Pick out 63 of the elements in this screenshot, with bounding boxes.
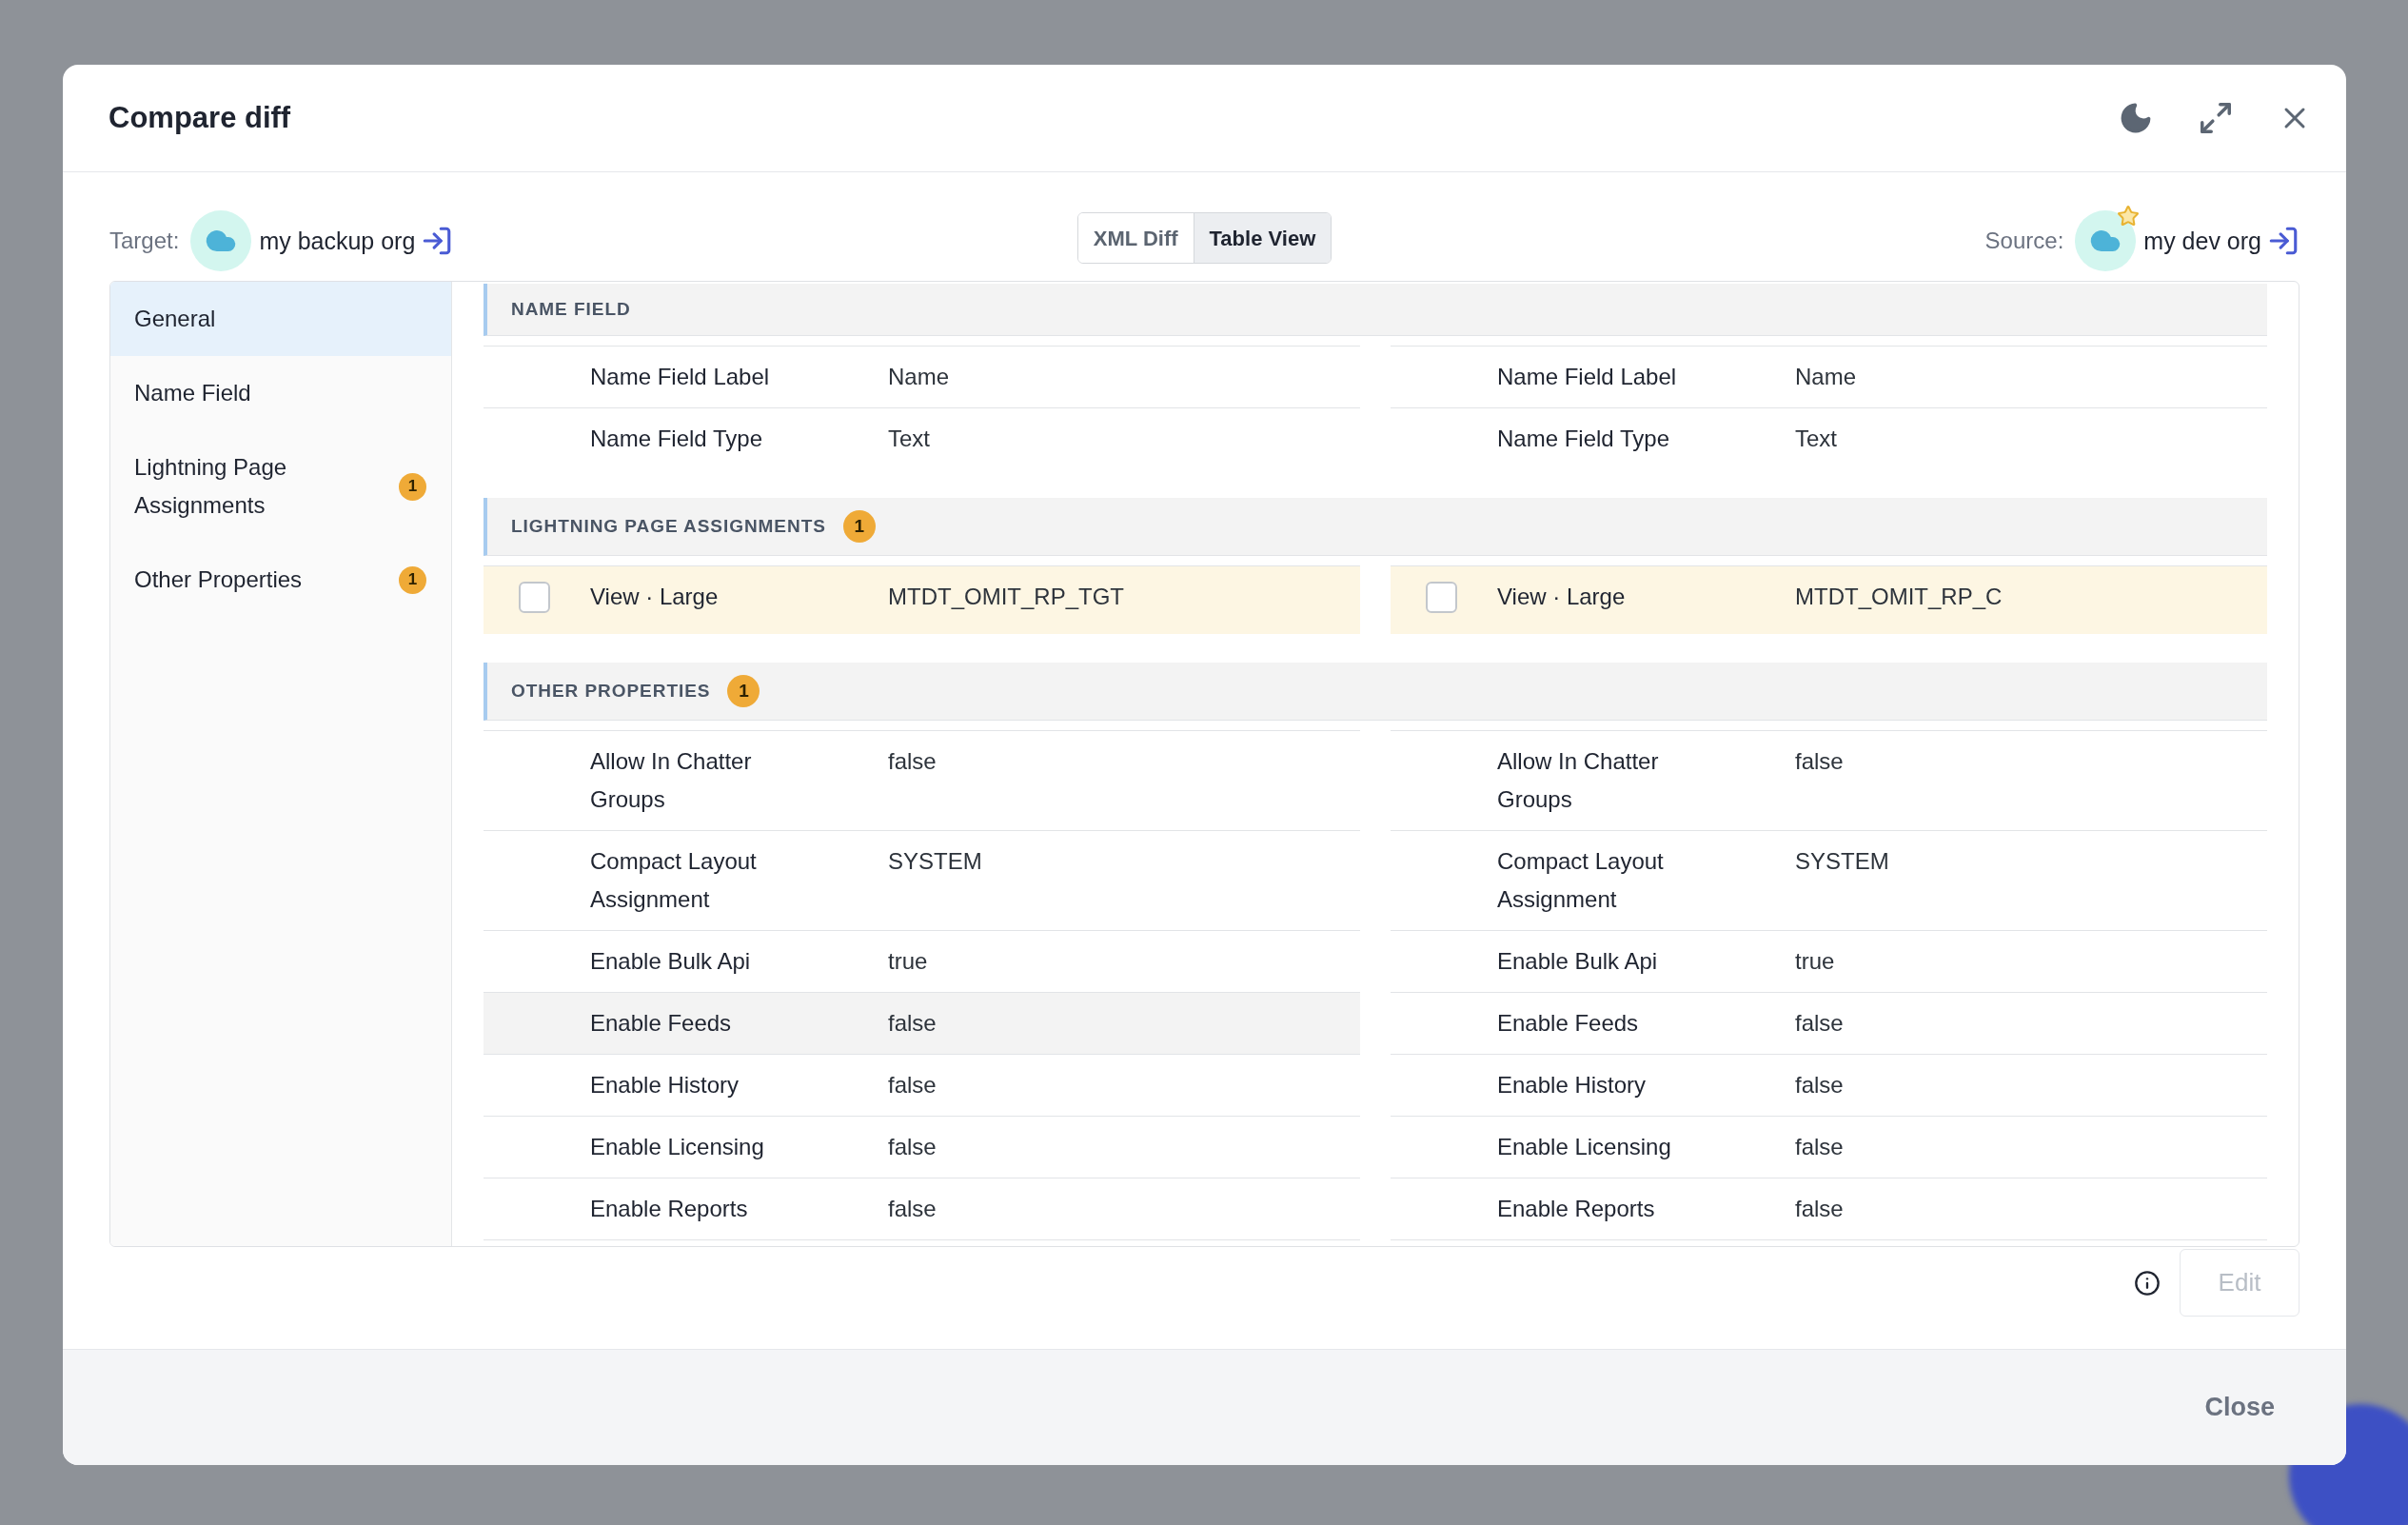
field-label: Enable Reports bbox=[590, 1195, 749, 1223]
field-label: Enable Feeds bbox=[590, 1009, 733, 1038]
field-value: MTDT_OMIT_RP_TGT bbox=[888, 583, 1124, 611]
field-label: Name Field Label bbox=[590, 363, 771, 391]
field-value: false bbox=[1795, 1071, 1844, 1099]
field-value: Text bbox=[1795, 425, 1837, 453]
field-value: false bbox=[1795, 747, 1844, 776]
field-label: Enable Feeds bbox=[1497, 1009, 1640, 1038]
field-label: Enable Licensing bbox=[1497, 1133, 1672, 1161]
field-value: SYSTEM bbox=[888, 847, 982, 876]
field-value: false bbox=[1795, 1009, 1844, 1038]
field-label: Compact Layout Assignment bbox=[590, 847, 758, 914]
field-value: Name bbox=[888, 363, 950, 391]
section-title: LIGHTNING PAGE ASSIGNMENTS bbox=[511, 515, 826, 538]
field-label: Allow In Chatter Groups bbox=[590, 747, 753, 814]
sidebar-item[interactable]: Name Field bbox=[110, 356, 451, 430]
field-label: Name Field Type bbox=[590, 425, 763, 453]
field-label: View · Large bbox=[1497, 583, 1627, 611]
checkbox[interactable] bbox=[519, 582, 550, 613]
field-label: Compact Layout Assignment bbox=[1497, 847, 1665, 914]
count-badge: 1 bbox=[399, 472, 426, 501]
count-badge: 1 bbox=[727, 675, 760, 707]
field-value: false bbox=[1795, 1195, 1844, 1223]
field-value: false bbox=[888, 1133, 937, 1161]
sidebar-item[interactable]: Other Properties 1 bbox=[110, 543, 451, 617]
field-label: Enable Reports bbox=[1497, 1195, 1656, 1223]
field-label: Allow In Chatter Groups bbox=[1497, 747, 1660, 814]
field-label: Enable Bulk Api bbox=[590, 947, 752, 976]
field-label: Name Field Label bbox=[1497, 363, 1678, 391]
org-role-label: Source: bbox=[1984, 227, 2064, 255]
org-name: my backup org bbox=[259, 227, 416, 256]
field-value: Text bbox=[888, 425, 930, 453]
field-label: View · Large bbox=[590, 583, 720, 611]
section-title: NAME FIELD bbox=[511, 298, 631, 321]
view-tab[interactable]: Table View bbox=[1193, 213, 1332, 263]
field-value: MTDT_OMIT_RP_C bbox=[1795, 583, 2003, 611]
expand-icon[interactable] bbox=[2198, 100, 2234, 136]
info-icon[interactable] bbox=[2134, 1269, 2161, 1297]
field-value: true bbox=[1795, 947, 1835, 976]
count-badge: 1 bbox=[842, 510, 876, 543]
org-name: my dev org bbox=[2143, 227, 2261, 256]
section-title: OTHER PROPERTIES bbox=[511, 680, 711, 703]
field-value: SYSTEM bbox=[1795, 847, 1889, 876]
dialog-title: Compare diff bbox=[109, 99, 291, 136]
field-label: Name Field Type bbox=[1497, 425, 1670, 453]
field-value: false bbox=[888, 747, 937, 776]
checkbox[interactable] bbox=[1426, 582, 1457, 613]
field-value: false bbox=[888, 1195, 937, 1223]
field-label: Enable History bbox=[590, 1071, 740, 1099]
sidebar-item[interactable]: Lightning Page Assignments 1 bbox=[110, 430, 451, 543]
sidebar-item[interactable]: General bbox=[110, 282, 451, 356]
close-button[interactable]: Close bbox=[2204, 1388, 2275, 1427]
field-value: false bbox=[888, 1009, 937, 1038]
count-badge: 1 bbox=[399, 565, 426, 594]
field-label: Enable Bulk Api bbox=[1497, 947, 1659, 976]
field-label: Enable History bbox=[1497, 1071, 1648, 1099]
field-value: true bbox=[888, 947, 928, 976]
field-value: Name bbox=[1795, 363, 1857, 391]
field-label: Enable Licensing bbox=[590, 1133, 765, 1161]
login-icon[interactable] bbox=[2267, 225, 2299, 257]
field-value: false bbox=[1795, 1133, 1844, 1161]
org-role-label: Target: bbox=[109, 227, 180, 255]
field-value: false bbox=[888, 1071, 937, 1099]
